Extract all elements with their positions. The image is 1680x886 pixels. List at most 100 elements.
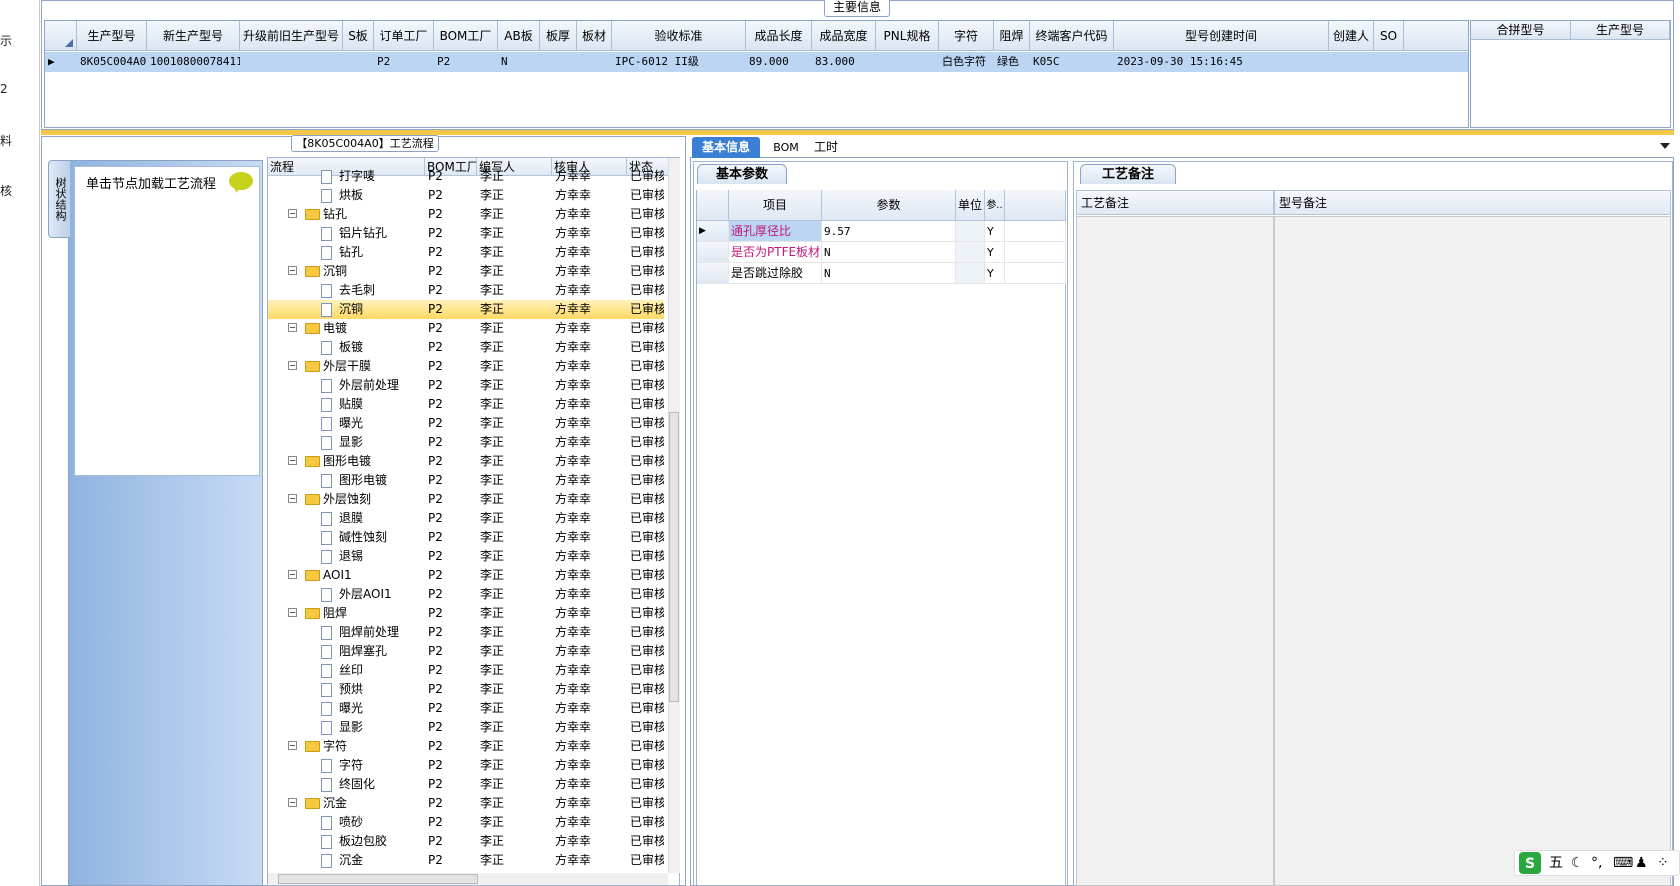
tab-dropdown-icon[interactable] — [1660, 143, 1670, 149]
main-info-cell[interactable]: P2 — [374, 52, 434, 72]
tree-row[interactable]: 退锡 P2 李正 方幸幸 已审核 — [268, 547, 664, 566]
tree-row[interactable]: 阻焊塞孔 P2 李正 方幸幸 已审核 — [268, 642, 664, 661]
tree-structure-tab[interactable]: 树状结构 — [48, 160, 70, 238]
tree-node-label[interactable]: 外层前处理 — [339, 376, 399, 395]
tree-node-label[interactable]: 丝印 — [339, 661, 363, 680]
main-info-header[interactable]: 升级前旧生产型号 — [240, 21, 343, 51]
params-header-item[interactable]: 项目 — [729, 190, 822, 221]
tree-node-label[interactable]: 钻孔 — [339, 243, 363, 262]
tree-node-label[interactable]: 图形电镀 — [323, 452, 371, 471]
params-cell-item[interactable]: 通孔厚径比 — [729, 221, 822, 242]
main-info-cell[interactable] — [577, 52, 612, 72]
tree-node-label[interactable]: 铝片钻孔 — [339, 224, 387, 243]
tab-process-notes[interactable]: 工艺备注 — [1080, 164, 1176, 184]
main-info-header[interactable]: 订单工厂 — [374, 21, 434, 51]
tree-node-label[interactable]: 外层干膜 — [323, 357, 371, 376]
tree-row[interactable]: 阻焊前处理 P2 李正 方幸幸 已审核 — [268, 623, 664, 642]
collapse-icon[interactable]: − — [288, 570, 297, 579]
params-header-unit[interactable]: 单位 — [956, 190, 985, 221]
collapse-icon[interactable]: − — [288, 209, 297, 218]
tree-row[interactable]: 丝印 P2 李正 方幸幸 已审核 — [268, 661, 664, 680]
tree-node-label[interactable]: 沉金 — [323, 794, 347, 813]
main-info-cell[interactable] — [540, 52, 577, 72]
tree-node-label[interactable]: 阻焊前处理 — [339, 623, 399, 642]
tree-row[interactable]: 钻孔 P2 李正 方幸幸 已审核 — [268, 243, 664, 262]
tree-node-label[interactable]: 阻焊塞孔 — [339, 642, 387, 661]
tree-node-label[interactable]: 显影 — [339, 718, 363, 737]
params-cell-value[interactable]: 9.57 — [822, 221, 956, 242]
params-cell-value[interactable]: N — [822, 242, 956, 263]
main-info-cell[interactable]: 2023-09-30 15:16:45 — [1114, 52, 1329, 72]
tree-node-label[interactable]: 喷砂 — [339, 813, 363, 832]
main-info-header[interactable]: SO — [1374, 21, 1404, 51]
tree-hscroll-thumb[interactable] — [278, 874, 478, 884]
main-info-cell[interactable] — [1329, 52, 1374, 72]
tree-node-label[interactable]: 板镀 — [339, 338, 363, 357]
merge-model-grid[interactable]: 合拼型号 生产型号 — [1470, 20, 1671, 128]
tree-node-label[interactable]: 沉铜 — [339, 300, 363, 319]
tree-row[interactable]: − 电镀 P2 李正 方幸幸 已审核 — [268, 319, 664, 338]
main-info-grid[interactable]: 生产型号 新生产型号 升级前旧生产型号 S板 订单工厂 BOM工厂 AB板 板厚 板材 验收标准成… — [44, 20, 1469, 128]
params-cell-unit[interactable] — [956, 221, 985, 242]
params-cell-filler[interactable] — [1005, 263, 1066, 284]
tree-row[interactable]: − 钻孔 P2 李正 方幸幸 已审核 — [268, 205, 664, 224]
tree-node-label[interactable]: 图形电镀 — [339, 471, 387, 490]
tree-row[interactable]: 烘板 P2 李正 方幸幸 已审核 — [268, 186, 664, 205]
main-info-header[interactable]: 板厚 — [540, 21, 577, 51]
tree-node-label[interactable]: 预烘 — [339, 680, 363, 699]
user-icon[interactable]: ♟ — [1635, 851, 1648, 875]
tab-basic-params[interactable]: 基本参数 — [697, 164, 787, 184]
ime-mode-label[interactable]: 五 — [1549, 851, 1563, 875]
left-edge-label[interactable]: 核 — [0, 182, 12, 199]
main-info-header[interactable]: 验收标准 — [612, 21, 746, 51]
left-edge-label[interactable]: 料 — [0, 132, 12, 149]
main-info-cell[interactable]: IPC-6012 II级 — [612, 52, 746, 72]
model-notes-textarea[interactable] — [1274, 216, 1671, 886]
collapse-icon[interactable]: − — [288, 494, 297, 503]
process-tree-grid[interactable]: 流程 BOM工厂 编写人 核审人 状态 打字唛 P2 李正 方幸幸 已审核 烘板 P2 李正方… — [267, 157, 680, 886]
tree-row[interactable]: 去毛刺 P2 李正 方幸幸 已审核 — [268, 281, 664, 300]
tree-scroll-thumb[interactable] — [669, 412, 679, 702]
tree-row[interactable]: 图形电镀 P2 李正 方幸幸 已审核 — [268, 471, 664, 490]
main-info-header[interactable]: AB板 — [498, 21, 540, 51]
punctuation-icon[interactable]: °, — [1591, 851, 1602, 875]
main-info-header[interactable]: 终端客户代码 — [1030, 21, 1114, 51]
tree-row[interactable]: 沉铜 P2 李正 方幸幸 已审核 — [268, 300, 664, 319]
keyboard-icon[interactable]: ⌨ — [1613, 851, 1633, 875]
params-grid[interactable] — [696, 190, 1066, 886]
tree-row[interactable]: 铝片钻孔 P2 李正 方幸幸 已审核 — [268, 224, 664, 243]
main-info-cell[interactable]: 白色字符 — [939, 52, 994, 72]
tree-node-label[interactable]: 电镀 — [323, 319, 347, 338]
params-row-marker[interactable] — [697, 242, 729, 263]
tree-row[interactable]: 外层前处理 P2 李正 方幸幸 已审核 — [268, 376, 664, 395]
tree-node-label[interactable]: 退膜 — [339, 509, 363, 528]
tree-node-label[interactable]: 字符 — [339, 756, 363, 775]
params-row-marker[interactable] — [697, 263, 729, 284]
params-cell-value[interactable]: N — [822, 263, 956, 284]
main-info-cell[interactable] — [240, 52, 343, 72]
main-info-header[interactable]: 创建人 — [1329, 21, 1374, 51]
main-info-header[interactable]: 生产型号 — [77, 21, 147, 51]
tree-row[interactable]: 喷砂 P2 李正 方幸幸 已审核 — [268, 813, 664, 832]
main-info-cell[interactable]: K05C — [1030, 52, 1114, 72]
tree-node-label[interactable]: 去毛刺 — [339, 281, 375, 300]
tree-row[interactable]: 碱性蚀刻 P2 李正 方幸幸 已审核 — [268, 528, 664, 547]
tree-node-label[interactable]: 烘板 — [339, 186, 363, 205]
params-cell-filler[interactable] — [1005, 221, 1066, 242]
main-info-header[interactable]: 成品宽度 — [812, 21, 876, 51]
params-cell-unit[interactable] — [956, 263, 985, 284]
params-header-value[interactable]: 参数 — [822, 190, 956, 221]
tree-node-label[interactable]: 碱性蚀刻 — [339, 528, 387, 547]
tree-row[interactable]: 显影 P2 李正 方幸幸 已审核 — [268, 433, 664, 452]
main-info-header[interactable]: 板材 — [577, 21, 612, 51]
tree-row[interactable]: − 字符 P2 李正 方幸幸 已审核 — [268, 737, 664, 756]
main-info-header[interactable]: 阻焊 — [994, 21, 1030, 51]
tree-node-label[interactable]: 字符 — [323, 737, 347, 756]
params-cell-item[interactable]: 是否跳过除胶 — [729, 263, 822, 284]
params-cell-item[interactable]: 是否为PTFE板材 — [729, 242, 822, 263]
main-info-header[interactable]: BOM工厂 — [434, 21, 498, 51]
tree-row[interactable]: 显影 P2 李正 方幸幸 已审核 — [268, 718, 664, 737]
tree-node-label[interactable]: 阻焊 — [323, 604, 347, 623]
params-cell-filler[interactable] — [1005, 242, 1066, 263]
tree-row[interactable]: 外层AOI1 P2 李正 方幸幸 已审核 — [268, 585, 664, 604]
